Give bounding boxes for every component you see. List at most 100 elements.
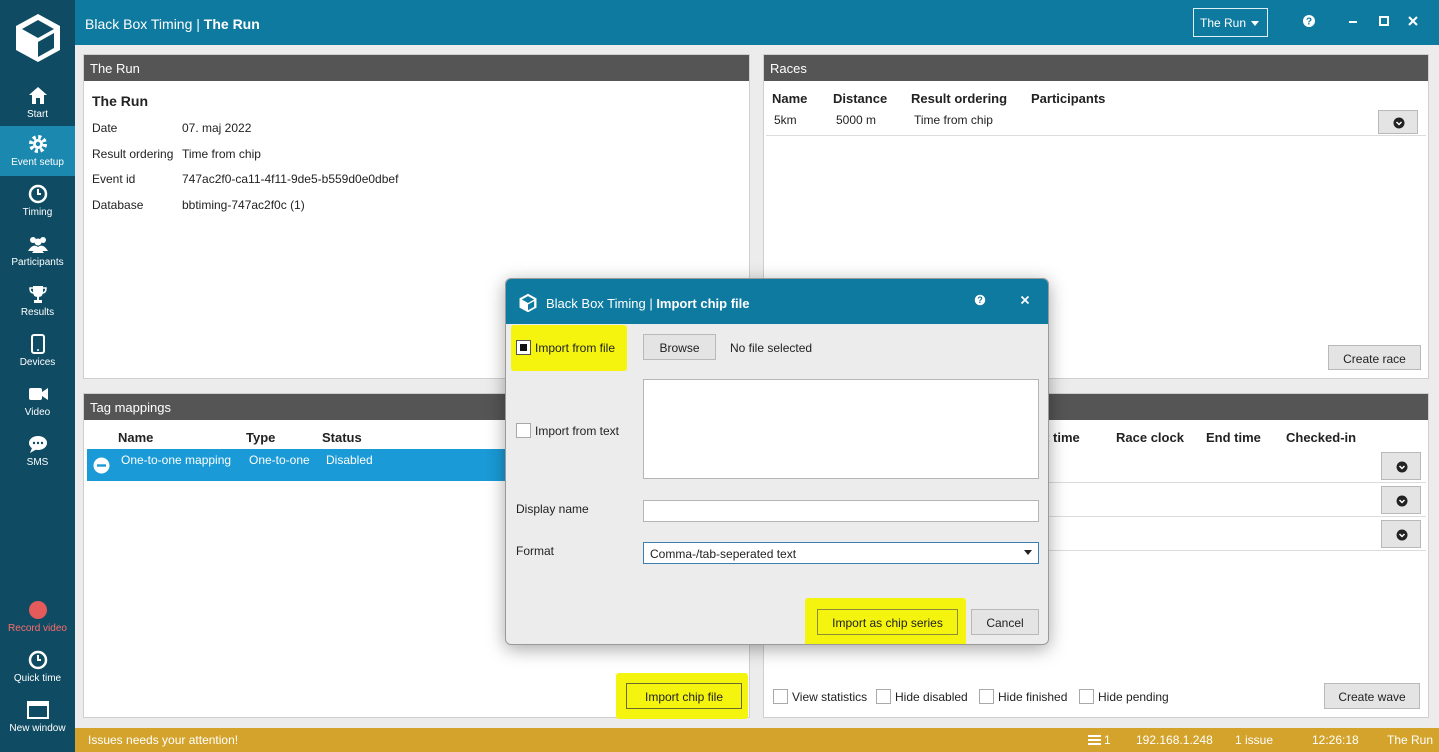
sidebar-item-quick-time[interactable]: Quick time xyxy=(0,642,75,692)
column-header[interactable]: Distance xyxy=(833,91,887,106)
event-selector[interactable]: The Run xyxy=(1193,8,1268,37)
import-chip-file-dialog: Black Box Timing | Import chip file ? Im… xyxy=(505,278,1049,645)
column-header[interactable]: Participants xyxy=(1031,91,1105,106)
help-icon[interactable]: ? xyxy=(973,293,987,307)
sidebar-item-label: SMS xyxy=(26,457,49,468)
sidebar-item-label: Video xyxy=(24,407,51,418)
display-name-field[interactable] xyxy=(643,500,1039,522)
chat-icon xyxy=(28,436,47,453)
ip-address: 192.168.1.248 xyxy=(1136,733,1213,747)
sidebar-item-record-video[interactable]: Record video xyxy=(0,592,75,642)
sidebar-item-label: Event setup xyxy=(11,157,64,168)
field-value: Time from chip xyxy=(182,147,261,161)
clock-icon xyxy=(28,650,47,670)
format-select[interactable]: Comma-/tab-seperated text xyxy=(643,542,1039,564)
event-selector-value: The Run xyxy=(1200,16,1247,30)
app-name: Black Box Timing | xyxy=(85,16,204,32)
field-label: Date xyxy=(92,121,118,135)
column-header[interactable]: Checked-in xyxy=(1286,430,1356,445)
import-from-file-checkbox[interactable] xyxy=(516,340,531,355)
sidebar-item-label: Start xyxy=(26,109,49,120)
view-statistics-checkbox[interactable] xyxy=(773,689,788,704)
field-value: bbtiming-747ac2f0c (1) xyxy=(182,198,305,212)
sidebar-item-label: Record video xyxy=(8,623,67,634)
race-distance[interactable]: 5000 m xyxy=(836,113,876,127)
close-icon[interactable] xyxy=(1405,13,1421,29)
sidebar-item-label: Results xyxy=(20,307,55,318)
clock-icon xyxy=(28,184,47,204)
svg-text:?: ? xyxy=(1306,17,1312,28)
cancel-button[interactable]: Cancel xyxy=(971,609,1039,635)
chevron-down-icon xyxy=(1396,529,1408,541)
tablet-icon xyxy=(30,334,45,354)
column-header[interactable]: Result ordering xyxy=(911,91,1007,106)
hide-finished-checkbox[interactable] xyxy=(979,689,994,704)
column-header[interactable]: Name xyxy=(772,91,807,106)
display-name-label: Display name xyxy=(516,502,589,516)
close-icon[interactable] xyxy=(1018,293,1032,307)
race-name[interactable]: 5km xyxy=(774,113,797,127)
column-header[interactable]: Status xyxy=(322,430,362,445)
minimize-icon[interactable] xyxy=(1345,13,1361,29)
issue-count[interactable]: 1 issue xyxy=(1235,733,1273,747)
current-event: The Run xyxy=(1387,733,1434,747)
row-divider xyxy=(766,135,1426,136)
create-race-button[interactable]: Create race xyxy=(1328,345,1421,370)
checkbox-label: Hide pending xyxy=(1098,690,1169,704)
sidebar-item-event-setup[interactable]: Event setup xyxy=(0,126,75,176)
trophy-icon xyxy=(28,286,47,303)
checkbox-label: Hide finished xyxy=(998,690,1068,704)
create-wave-button[interactable]: Create wave xyxy=(1324,683,1420,709)
expand-race-button[interactable] xyxy=(1378,110,1418,134)
sidebar-item-participants[interactable]: Participants xyxy=(0,226,75,276)
field-label: Event id xyxy=(92,172,136,186)
checkbox-mark xyxy=(520,344,527,351)
status-message[interactable]: Issues needs your attention! xyxy=(88,733,238,747)
sidebar-item-start[interactable]: Start xyxy=(0,78,75,128)
column-header[interactable]: Type xyxy=(246,430,275,445)
field-value: 07. maj 2022 xyxy=(182,121,252,135)
column-header[interactable]: End time xyxy=(1206,430,1261,445)
chevron-down-icon xyxy=(1396,495,1408,507)
import-as-chip-series-button[interactable]: Import as chip series xyxy=(817,609,958,635)
sidebar-item-results[interactable]: Results xyxy=(0,276,75,326)
dialog-heading: Import chip file xyxy=(656,296,750,311)
table-row[interactable]: One-to-one mapping One-to-one Disabled xyxy=(87,449,507,481)
home-icon xyxy=(28,87,47,104)
app-logo-icon xyxy=(16,14,60,62)
expand-wave-button[interactable] xyxy=(1381,452,1421,480)
sidebar-item-video[interactable]: Video xyxy=(0,376,75,426)
device-count: 1 xyxy=(1104,733,1111,747)
sidebar-item-new-window[interactable]: New window xyxy=(0,692,75,742)
sidebar-item-sms[interactable]: SMS xyxy=(0,426,75,476)
column-header[interactable]: Race clock xyxy=(1116,430,1184,445)
import-text-area[interactable] xyxy=(643,379,1039,479)
status-bar: Issues needs your attention! 1 192.168.1… xyxy=(75,728,1439,752)
file-status-text: No file selected xyxy=(730,341,813,355)
browse-button[interactable]: Browse xyxy=(643,334,716,360)
people-icon xyxy=(27,237,48,253)
sidebar: Start Event setup Timing Participants Re… xyxy=(0,0,75,752)
sidebar-item-devices[interactable]: Devices xyxy=(0,326,75,376)
hide-disabled-checkbox[interactable] xyxy=(876,689,891,704)
sidebar-item-label: Timing xyxy=(22,207,53,218)
import-from-text-checkbox[interactable] xyxy=(516,423,531,438)
race-ordering[interactable]: Time from chip xyxy=(914,113,993,127)
import-from-text-label[interactable]: Import from text xyxy=(535,424,619,438)
chevron-down-icon xyxy=(1251,21,1259,26)
disabled-icon xyxy=(93,457,110,474)
expand-wave-button[interactable] xyxy=(1381,486,1421,514)
event-title: The Run xyxy=(92,93,148,109)
help-icon[interactable]: ? xyxy=(1301,13,1317,29)
clock-time: 12:26:18 xyxy=(1312,733,1359,747)
format-select-value: Comma-/tab-seperated text xyxy=(650,547,797,561)
hide-pending-checkbox[interactable] xyxy=(1079,689,1094,704)
import-chip-file-button[interactable]: Import chip file xyxy=(626,683,742,709)
sidebar-item-timing[interactable]: Timing xyxy=(0,176,75,226)
import-from-file-label[interactable]: Import from file xyxy=(535,341,615,355)
maximize-icon[interactable] xyxy=(1376,13,1392,29)
window-title: Black Box Timing | The Run xyxy=(85,16,260,32)
column-header[interactable]: Name xyxy=(118,430,153,445)
expand-wave-button[interactable] xyxy=(1381,520,1421,548)
field-label: Database xyxy=(92,198,144,212)
